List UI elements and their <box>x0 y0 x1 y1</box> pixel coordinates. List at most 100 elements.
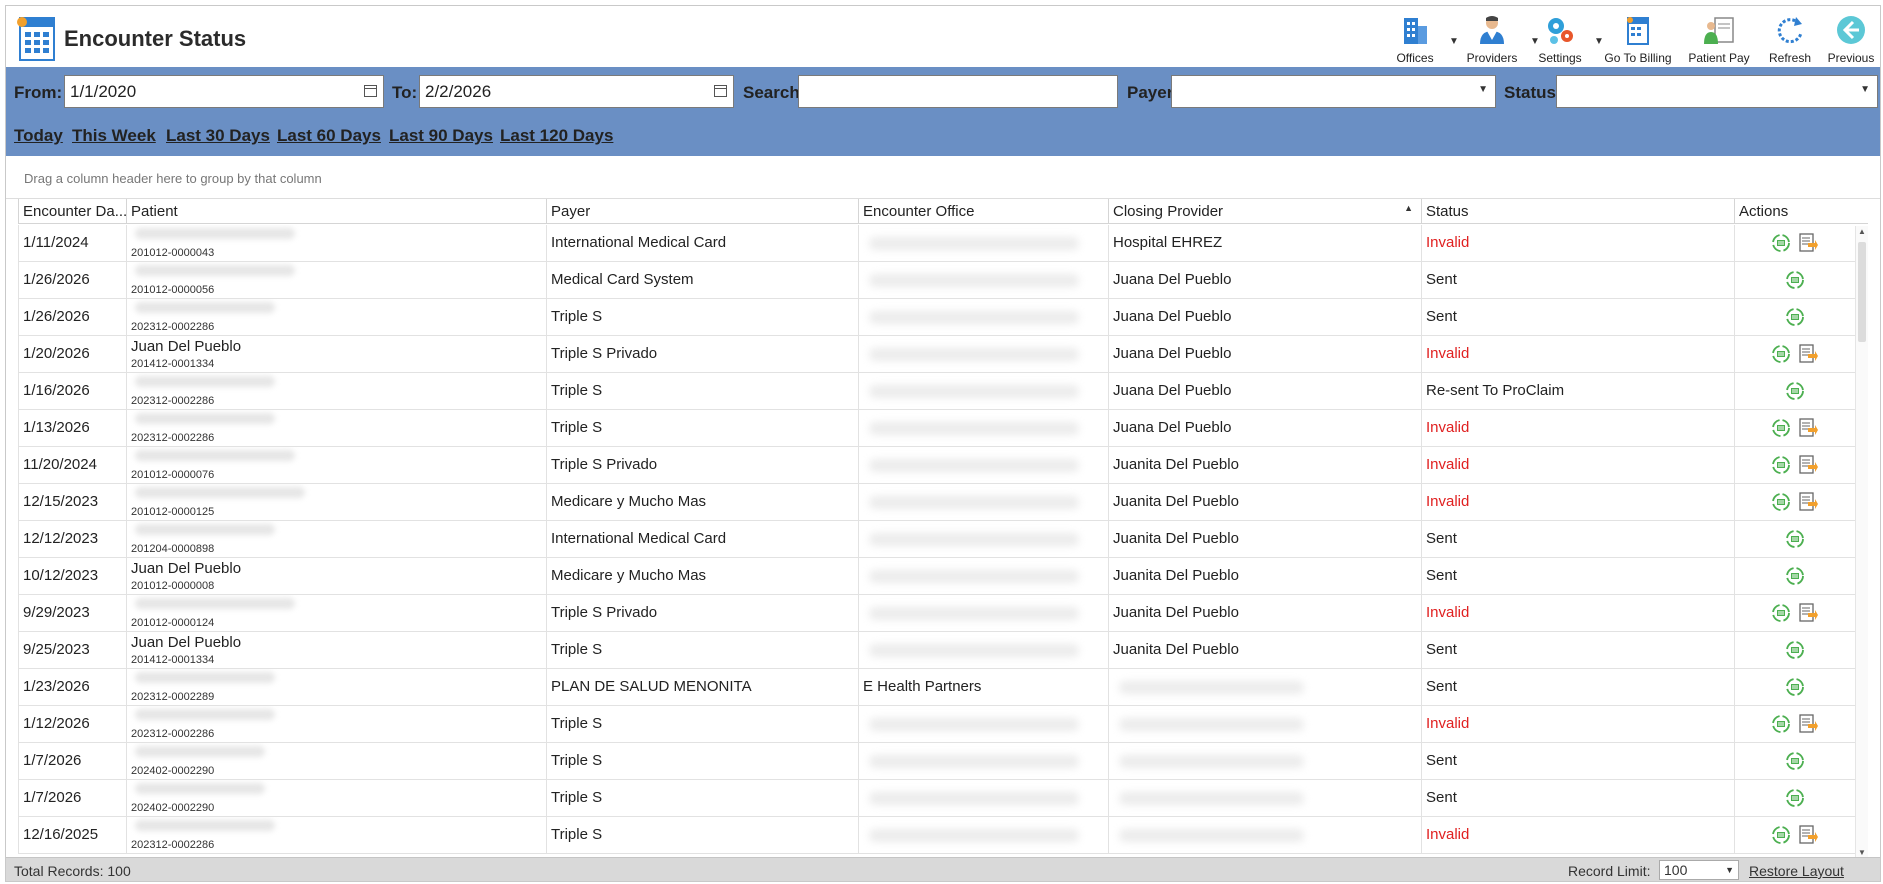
status-value: Sent <box>1426 641 1457 658</box>
edit-claim-icon[interactable] <box>1796 491 1818 513</box>
view-details-icon[interactable] <box>1770 824 1792 846</box>
column-header-closing-provider[interactable]: Closing Provider ▲ <box>1108 199 1421 224</box>
view-details-icon[interactable] <box>1784 269 1806 291</box>
record-limit-select[interactable]: 100 ▼ <box>1659 860 1739 880</box>
status-value: Invalid <box>1426 826 1470 843</box>
payer-select[interactable]: ▼ <box>1171 75 1496 108</box>
cell-payer: Triple S Privado <box>546 447 858 484</box>
view-details-icon[interactable] <box>1770 713 1792 735</box>
table-row[interactable]: 12/16/2025 202312-0002286 Triple S Invalid <box>18 817 1868 854</box>
cell-patient: 202312-0002286 <box>126 373 546 410</box>
table-row[interactable]: 10/12/2023 Juan Del Pueblo 201012-0000008 M… <box>18 558 1868 595</box>
chevron-down-icon[interactable]: ▼ <box>1478 84 1488 95</box>
redacted-office <box>869 274 1079 287</box>
table-row[interactable]: 1/12/2026 202312-0002286 Triple S Invalid <box>18 706 1868 743</box>
quick-range-this-week[interactable]: This Week <box>72 126 156 146</box>
table-row[interactable]: 1/16/2026 202312-0002286 Triple S Juana Del… <box>18 373 1868 410</box>
redacted-office <box>869 570 1079 583</box>
providers-button[interactable]: Providers <box>1457 10 1527 66</box>
quick-range-last-120-days[interactable]: Last 120 Days <box>500 126 613 146</box>
offices-button[interactable]: Offices <box>1384 10 1446 66</box>
table-row[interactable]: 1/26/2026 202312-0002286 Triple S Juana Del… <box>18 299 1868 336</box>
cell-encounter-date: 1/12/2026 <box>18 706 126 743</box>
view-details-icon[interactable] <box>1784 676 1806 698</box>
group-by-hint: Drag a column header here to group by th… <box>24 171 322 186</box>
table-row[interactable]: 1/11/2024 201012-0000043 International Med… <box>18 225 1868 262</box>
view-details-icon[interactable] <box>1784 787 1806 809</box>
cell-actions <box>1734 817 1854 854</box>
edit-claim-icon[interactable] <box>1796 417 1818 439</box>
table-row[interactable]: 12/15/2023 201012-0000125 Medicare y Mucho… <box>18 484 1868 521</box>
column-header-payer[interactable]: Payer <box>546 199 858 224</box>
cell-encounter-date: 1/26/2026 <box>18 262 126 299</box>
cell-payer: Triple S <box>546 632 858 669</box>
edit-claim-icon[interactable] <box>1796 824 1818 846</box>
view-details-icon[interactable] <box>1770 417 1792 439</box>
scroll-up-icon[interactable]: ▲ <box>1858 227 1866 236</box>
cell-closing-provider: Juana Del Pueblo <box>1108 336 1421 373</box>
redacted-provider <box>1119 718 1304 731</box>
table-row[interactable]: 1/23/2026 202312-0002289 PLAN DE SALUD MEN… <box>18 669 1868 706</box>
to-date-field[interactable]: 2/2/2026 <box>419 75 734 108</box>
calendar-icon[interactable] <box>714 85 727 97</box>
view-details-icon[interactable] <box>1770 232 1792 254</box>
table-row[interactable]: 12/12/2023 201204-0000898 International Me… <box>18 521 1868 558</box>
view-details-icon[interactable] <box>1770 491 1792 513</box>
scrollbar-thumb[interactable] <box>1858 242 1866 342</box>
restore-layout-link[interactable]: Restore Layout <box>1749 863 1844 879</box>
scroll-down-icon[interactable]: ▼ <box>1858 848 1866 857</box>
column-header-patient[interactable]: Patient <box>126 199 546 224</box>
status-select[interactable]: ▼ <box>1556 75 1878 108</box>
table-row[interactable]: 1/7/2026 202402-0002290 Triple S Sent <box>18 780 1868 817</box>
edit-claim-icon[interactable] <box>1796 454 1818 476</box>
calendar-icon[interactable] <box>364 85 377 97</box>
settings-button[interactable]: Settings <box>1529 10 1591 66</box>
quick-range-last-60-days[interactable]: Last 60 Days <box>277 126 381 146</box>
table-row[interactable]: 9/29/2023 201012-0000124 Triple S Privado J… <box>18 595 1868 632</box>
cell-status: Sent <box>1421 743 1734 780</box>
refresh-button[interactable]: Refresh <box>1761 10 1819 66</box>
quick-range-last-90-days[interactable]: Last 90 Days <box>389 126 493 146</box>
view-details-icon[interactable] <box>1784 565 1806 587</box>
from-date-field[interactable]: 1/1/2020 <box>64 75 384 108</box>
edit-claim-icon[interactable] <box>1796 232 1818 254</box>
edit-claim-icon[interactable] <box>1796 602 1818 624</box>
view-details-icon[interactable] <box>1770 343 1792 365</box>
redacted-patient-name <box>135 450 295 461</box>
cell-encounter-office <box>858 595 1108 632</box>
column-header-encounter-date[interactable]: Encounter Da... <box>18 199 126 224</box>
view-details-icon[interactable] <box>1770 602 1792 624</box>
view-details-icon[interactable] <box>1770 454 1792 476</box>
view-details-icon[interactable] <box>1784 380 1806 402</box>
offices-label: Offices <box>1396 51 1434 65</box>
table-row[interactable]: 1/13/2026 202312-0002286 Triple S Juana Del… <box>18 410 1868 447</box>
go-to-billing-button[interactable]: Go To Billing <box>1598 10 1678 66</box>
vertical-scrollbar[interactable]: ▲ ▼ <box>1855 226 1868 858</box>
table-row[interactable]: 1/20/2026 Juan Del Pueblo 201412-0001334 Tr… <box>18 336 1868 373</box>
view-details-icon[interactable] <box>1784 528 1806 550</box>
quick-range-today[interactable]: Today <box>14 126 63 146</box>
chevron-down-icon[interactable]: ▼ <box>1860 84 1870 95</box>
edit-claim-icon[interactable] <box>1796 343 1818 365</box>
column-header-encounter-office[interactable]: Encounter Office <box>858 199 1108 224</box>
cell-payer: Triple S <box>546 299 858 336</box>
edit-claim-icon[interactable] <box>1796 713 1818 735</box>
patient-pay-button[interactable]: Patient Pay <box>1683 10 1755 66</box>
chevron-down-icon[interactable]: ▼ <box>1725 865 1734 875</box>
table-row[interactable]: 1/26/2026 201012-0000056 Medical Card Syst… <box>18 262 1868 299</box>
table-row[interactable]: 9/25/2023 Juan Del Pueblo 201412-0001334 Tr… <box>18 632 1868 669</box>
column-header-status[interactable]: Status <box>1421 199 1734 224</box>
search-input[interactable] <box>798 75 1118 108</box>
view-details-icon[interactable] <box>1784 306 1806 328</box>
quick-range-last-30-days[interactable]: Last 30 Days <box>166 126 270 146</box>
table-row[interactable]: 1/7/2026 202402-0002290 Triple S Sent <box>18 743 1868 780</box>
view-details-icon[interactable] <box>1784 750 1806 772</box>
cell-closing-provider <box>1108 669 1421 706</box>
group-by-panel[interactable]: Drag a column header here to group by th… <box>6 156 1880 199</box>
view-details-icon[interactable] <box>1784 639 1806 661</box>
previous-button[interactable]: Previous <box>1821 10 1880 66</box>
go-to-billing-label: Go To Billing <box>1604 51 1672 65</box>
to-date-value: 2/2/2026 <box>425 82 492 101</box>
cell-actions <box>1734 669 1854 706</box>
table-row[interactable]: 11/20/2024 201012-0000076 Triple S Privado… <box>18 447 1868 484</box>
